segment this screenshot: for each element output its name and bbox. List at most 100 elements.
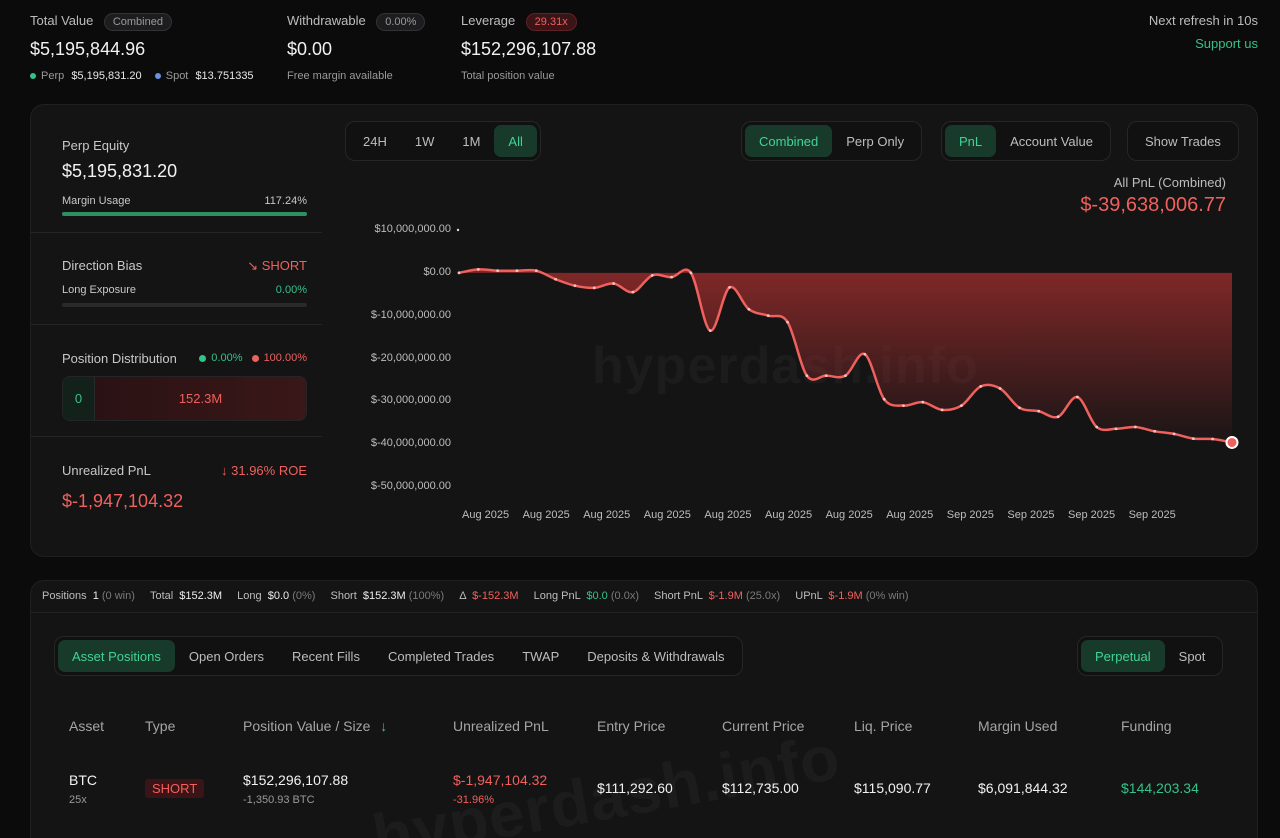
- row-position-value: $152,296,107.88: [243, 772, 349, 788]
- stat-long-value: $0.0: [267, 590, 290, 602]
- col-position-value-label: Position Value / Size: [243, 718, 371, 734]
- pnl-point: [534, 269, 538, 273]
- pnl-point: [573, 284, 577, 288]
- pnl-point: [708, 329, 712, 333]
- col-position-value[interactable]: Position Value / Size ↓: [243, 718, 387, 734]
- pnl-point: [592, 286, 596, 290]
- pnl-point: [612, 282, 615, 285]
- stat-upnl-value: $-1.9M: [828, 590, 863, 602]
- axis-marker-dot: [456, 228, 460, 232]
- pnl-point: [786, 320, 789, 324]
- pnl-point: [496, 269, 500, 273]
- pnl-point: [631, 290, 635, 294]
- pnl-point: [844, 374, 847, 378]
- col-funding: Funding: [1121, 718, 1172, 734]
- col-liq-price: Liq. Price: [854, 718, 913, 734]
- stat-longpnl-value: $0.0: [586, 590, 608, 602]
- stat-positions-value: 1: [92, 590, 99, 602]
- pnl-point: [1211, 437, 1215, 441]
- tab-twap[interactable]: TWAP: [508, 640, 573, 672]
- pnl-point: [457, 271, 461, 275]
- row-entry-price: $111,292.60: [597, 780, 673, 796]
- col-type: Type: [145, 718, 176, 734]
- col-entry-price: Entry Price: [597, 718, 666, 734]
- pnl-point: [1056, 415, 1060, 419]
- pnl-point: [863, 352, 867, 356]
- stat-short-value: $152.3M: [362, 590, 406, 602]
- row-position-size: -1,350.93 BTC: [243, 794, 315, 806]
- pnl-point: [689, 271, 693, 275]
- stat-delta-value: $-152.3M: [472, 590, 519, 602]
- stat-longpnl-label: Long PnL: [533, 590, 581, 602]
- pnl-chart: [456, 228, 1239, 449]
- stat-shortpnl-label: Short PnL: [654, 590, 703, 602]
- stat-positions-note: (0 win): [101, 590, 135, 602]
- stat-short-label: Short: [330, 590, 357, 602]
- pnl-point: [921, 400, 925, 404]
- pnl-point: [670, 275, 673, 279]
- row-leverage: 25x: [69, 794, 87, 806]
- market-tab-spot[interactable]: Spot: [1165, 640, 1220, 672]
- pnl-point: [728, 285, 731, 289]
- pnl-point: [1076, 395, 1079, 399]
- pnl-point: [476, 268, 480, 271]
- stat-upnl-note: (0% win): [865, 590, 909, 602]
- market-tab-perpetual[interactable]: Perpetual: [1081, 640, 1165, 672]
- tab-open-orders[interactable]: Open Orders: [175, 640, 278, 672]
- stat-long-note: (0%): [292, 590, 316, 602]
- pnl-point: [1191, 437, 1195, 440]
- pnl-point: [1037, 409, 1041, 413]
- row-liq-price: $115,090.77: [854, 780, 931, 796]
- row-asset[interactable]: BTC: [69, 772, 97, 788]
- pnl-point: [554, 277, 558, 281]
- row-type: SHORT: [145, 779, 205, 798]
- pnl-area: [459, 269, 1232, 443]
- tab-deposits-withdrawals[interactable]: Deposits & Withdrawals: [573, 640, 738, 672]
- stat-positions-label: Positions: [42, 590, 87, 602]
- pnl-point: [1018, 406, 1021, 410]
- positions-tabs[interactable]: Asset Positions Open Orders Recent Fills Co…: [54, 636, 743, 676]
- short-badge: SHORT: [145, 779, 205, 798]
- pnl-point: [650, 274, 654, 277]
- stat-total-label: Total: [149, 590, 174, 602]
- pnl-point: [766, 314, 770, 318]
- market-tabs[interactable]: Perpetual Spot: [1077, 636, 1224, 676]
- sort-down-icon[interactable]: ↓: [380, 718, 387, 734]
- tab-asset-positions[interactable]: Asset Positions: [58, 640, 175, 672]
- stats-divider: [31, 612, 1257, 613]
- pnl-point: [1153, 429, 1157, 433]
- col-unrealized-pnl: Unrealized PnL: [453, 718, 549, 734]
- current-point-marker[interactable]: [1225, 435, 1239, 449]
- pnl-point: [515, 269, 519, 273]
- pnl-point: [1095, 425, 1099, 429]
- pnl-point: [805, 374, 809, 378]
- col-margin-used: Margin Used: [978, 718, 1058, 734]
- positions-stats-row: Positions 1 (0 win) Total $152.3M Long $…: [42, 590, 909, 602]
- pnl-point: [1172, 432, 1176, 436]
- row-upnl-pct: -31.96%: [453, 794, 494, 806]
- stat-shortpnl-value: $-1.9M: [708, 590, 743, 602]
- stat-shortpnl-note: (25.0x): [745, 590, 781, 602]
- stat-total-value: $152.3M: [179, 590, 223, 602]
- pnl-point: [902, 404, 905, 408]
- stat-delta-label: Δ: [459, 590, 466, 602]
- row-funding: $144,203.34: [1121, 780, 1199, 796]
- pnl-point: [940, 408, 944, 412]
- stat-upnl-label: UPnL: [795, 590, 823, 602]
- stat-short-note: (100%): [408, 590, 445, 602]
- row-current-price: $112,735.00: [722, 780, 799, 796]
- pnl-point: [824, 374, 828, 378]
- pnl-point: [1133, 425, 1137, 429]
- pnl-point: [998, 387, 1002, 390]
- tab-completed-trades[interactable]: Completed Trades: [374, 640, 508, 672]
- stat-long-label: Long: [237, 590, 262, 602]
- pnl-point: [747, 307, 751, 311]
- stat-longpnl-note: (0.0x): [610, 590, 639, 602]
- pnl-point: [979, 384, 983, 388]
- col-current-price: Current Price: [722, 718, 805, 734]
- pnl-point: [1114, 427, 1118, 431]
- row-margin-used: $6,091,844.32: [978, 780, 1068, 796]
- tab-recent-fills[interactable]: Recent Fills: [278, 640, 374, 672]
- pnl-point: [960, 404, 963, 408]
- col-asset: Asset: [69, 718, 105, 734]
